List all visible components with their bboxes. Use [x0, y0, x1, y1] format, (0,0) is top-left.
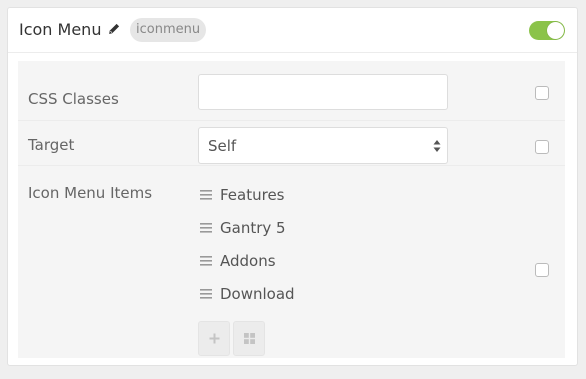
- menu-items-override-checkbox[interactable]: [535, 263, 549, 277]
- target-select[interactable]: Self: [198, 127, 448, 164]
- drag-handle-icon[interactable]: [200, 190, 212, 200]
- css-classes-input[interactable]: [198, 74, 448, 110]
- css-classes-row: CSS Classes: [18, 61, 565, 121]
- drag-handle-icon[interactable]: [200, 256, 212, 266]
- particle-card: Icon Menu iconmenu CSS Classes Target Se…: [7, 7, 578, 366]
- menu-item-label: Addons: [220, 252, 276, 270]
- menu-item-label: Features: [220, 186, 285, 204]
- particle-title: Icon Menu: [19, 20, 102, 39]
- css-classes-label: CSS Classes: [28, 90, 119, 108]
- menu-items-row: Icon Menu Items Features Gantry 5 Addons…: [18, 166, 565, 358]
- target-selected-value: Self: [208, 137, 237, 155]
- target-row: Target Self: [18, 121, 565, 166]
- menu-items-label: Icon Menu Items: [28, 184, 153, 202]
- plus-icon: [209, 333, 220, 344]
- settings-panel: CSS Classes Target Self Icon Menu Items: [18, 61, 565, 358]
- target-label: Target: [28, 136, 75, 154]
- card-header: Icon Menu iconmenu: [8, 8, 577, 53]
- menu-item-label: Gantry 5: [220, 219, 286, 237]
- bulk-edit-button[interactable]: [233, 321, 265, 356]
- pencil-icon[interactable]: [108, 23, 120, 35]
- add-item-button[interactable]: [198, 321, 230, 356]
- drag-handle-icon[interactable]: [200, 289, 212, 299]
- toggle-knob: [547, 22, 564, 39]
- grid-icon: [244, 333, 255, 344]
- target-override-checkbox[interactable]: [535, 140, 549, 154]
- drag-handle-icon[interactable]: [200, 223, 212, 233]
- particle-id-badge: iconmenu: [130, 18, 207, 42]
- select-arrows-icon: [433, 140, 441, 152]
- menu-item-label: Download: [220, 285, 295, 303]
- css-classes-override-checkbox[interactable]: [535, 86, 549, 100]
- enable-toggle[interactable]: [529, 21, 565, 40]
